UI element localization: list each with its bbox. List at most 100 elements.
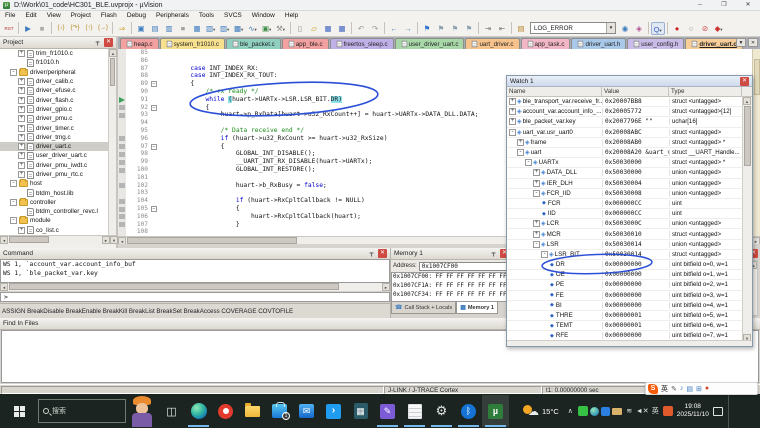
prev-bookmark-icon[interactable]: ⚑ xyxy=(434,22,448,35)
watch-column-headers[interactable]: NameValueType xyxy=(507,87,752,97)
expand-plus-icon[interactable]: + xyxy=(18,106,25,113)
toolbox-icon[interactable]: ⚒▼ xyxy=(274,22,288,35)
tab-list-dropdown-icon[interactable]: ▼ xyxy=(736,38,746,47)
fold-minus-icon[interactable]: − xyxy=(151,81,157,87)
panel-icon[interactable]: ⊞ xyxy=(696,385,702,393)
watch-row[interactable]: -◈uart_var.usr_uart00x20008ABCstruct <un… xyxy=(507,128,743,138)
taskbar-search[interactable]: 搜索 xyxy=(38,399,126,423)
tab-system_fr1010-c[interactable]: system_fr1010.c xyxy=(160,38,225,49)
symbols-window-icon[interactable]: ▥ xyxy=(162,22,176,35)
minimize-button[interactable]: ─ xyxy=(688,0,712,11)
watch-row[interactable]: -◈LSR0x50030014union <untagged> xyxy=(507,240,743,250)
expand-plus-icon[interactable]: + xyxy=(509,98,516,105)
collapse-minus-icon[interactable]: - xyxy=(509,129,516,136)
watch-row[interactable]: +◈DATA_DLL0x50030000union <untagged> xyxy=(507,168,743,178)
ime-mode-indicator[interactable]: 英 xyxy=(661,384,668,394)
tab-app_ble-c[interactable]: app_ble.c xyxy=(282,38,329,49)
watch-window-titlebar[interactable]: Watch 1 ✕ xyxy=(507,76,752,87)
navigate-back-icon[interactable]: ← xyxy=(387,22,401,35)
watch-row[interactable]: +◈LCR0x5003000Cunion <untagged> xyxy=(507,219,743,229)
watch-row[interactable]: ◆DR0x00000000uint bitfield o=0, w=1 xyxy=(507,260,743,270)
project-tree-hscrollbar[interactable]: ◄ ►▼ xyxy=(0,235,118,244)
tab-freertos_sleep-c[interactable]: freertos_sleep.c xyxy=(330,38,394,49)
expand-plus-icon[interactable]: + xyxy=(18,134,25,141)
taskbar-clock[interactable]: 19:08 2025/11/10 xyxy=(677,403,709,419)
command-input[interactable]: > xyxy=(0,292,390,302)
watch-row[interactable]: -◈UARTx0x50030000struct <untagged> * xyxy=(507,158,743,168)
run-icon[interactable]: ▶ xyxy=(21,22,35,35)
project-tree-item[interactable]: +driver_calib.c xyxy=(0,77,109,86)
pin-icon[interactable]: ┳ xyxy=(367,250,376,257)
fold-minus-icon[interactable]: − xyxy=(151,105,157,111)
expand-plus-icon[interactable]: + xyxy=(509,118,516,125)
command-output[interactable]: WS 1, `account_var.account_info_bufWS 1,… xyxy=(0,259,390,283)
keyboard-icon[interactable]: ▤ xyxy=(686,385,693,393)
project-tree-item[interactable]: -host xyxy=(0,179,109,188)
breakpoint-enable-icon[interactable]: ● xyxy=(670,22,684,35)
weather-widget[interactable]: ☁ 15°C xyxy=(523,405,559,418)
expand-plus-icon[interactable]: + xyxy=(533,231,540,238)
memory-window-icon[interactable]: ▨▼ xyxy=(218,22,232,35)
close-icon[interactable]: ✕ xyxy=(104,38,113,47)
paint-app-icon[interactable] xyxy=(212,395,239,427)
zoom-icon[interactable]: Q▼ xyxy=(651,22,665,35)
project-tree-item[interactable]: -module xyxy=(0,216,109,225)
pin-icon[interactable]: ┳ xyxy=(489,250,498,257)
notes-app-icon[interactable] xyxy=(401,395,428,427)
collapse-minus-icon[interactable]: - xyxy=(541,251,548,258)
project-tree-item[interactable]: -controller xyxy=(0,198,109,207)
menu-help[interactable]: Help xyxy=(280,11,303,20)
redo-icon[interactable]: ↷ xyxy=(368,22,382,35)
navigate-forward-icon[interactable]: → xyxy=(401,22,415,35)
ime-tool-icon[interactable]: ● xyxy=(705,385,709,392)
expand-plus-icon[interactable]: + xyxy=(18,152,25,159)
project-tree-item[interactable]: +trim_fr1010.c xyxy=(0,49,109,58)
project-tree-item[interactable]: +driver_uart.c xyxy=(0,142,109,151)
stop-icon[interactable]: ■ xyxy=(35,22,49,35)
show-desktop-button[interactable] xyxy=(728,394,730,428)
tab-ble_packet-c[interactable]: ble_packet.c xyxy=(226,38,281,49)
step-out-icon[interactable]: {↑} xyxy=(82,22,96,35)
tray-expand-icon[interactable]: ∧ xyxy=(565,405,576,417)
orange-app-tray-icon[interactable] xyxy=(663,406,673,416)
watch-hscrollbar[interactable] xyxy=(507,340,752,346)
close-icon[interactable]: ✕ xyxy=(378,249,387,258)
watch-row[interactable]: +◈MCR0x50030010struct <untagged> xyxy=(507,229,743,239)
memory-address-input[interactable]: 0x1007CF00 xyxy=(419,262,511,271)
vscode-icon[interactable]: › xyxy=(320,395,347,427)
menu-tools[interactable]: Tools xyxy=(194,11,219,20)
network-icon[interactable]: ≋ xyxy=(624,405,635,417)
project-tree-item[interactable]: fr1010.h xyxy=(0,58,109,67)
save-all-icon[interactable]: ▦ xyxy=(335,22,349,35)
expand-plus-icon[interactable]: + xyxy=(533,169,540,176)
project-tree-vscrollbar[interactable]: ▲ xyxy=(108,49,116,235)
indent-icon[interactable]: ⇥ xyxy=(481,22,495,35)
collapse-minus-icon[interactable]: - xyxy=(517,149,524,156)
expand-plus-icon[interactable]: + xyxy=(18,162,25,169)
menu-view[interactable]: View xyxy=(42,11,66,20)
watch-column-value[interactable]: Value xyxy=(602,87,669,97)
fold-minus-icon[interactable]: − xyxy=(151,206,157,212)
project-tree-item[interactable]: btdm_host.lib xyxy=(0,188,109,197)
tab-uart_driver-c[interactable]: uart_driver.c xyxy=(465,38,519,49)
watch-row[interactable]: ◆THRE0x00000001uint bitfield o=5, w=1 xyxy=(507,311,743,321)
menu-peripherals[interactable]: Peripherals xyxy=(151,11,194,20)
project-tree-item[interactable]: btdm_controller_revc.l xyxy=(0,207,109,216)
collapse-minus-icon[interactable]: - xyxy=(525,159,532,166)
folder-tray-icon[interactable] xyxy=(612,408,622,415)
tab-driver_uart-c[interactable]: driver_uart.c xyxy=(685,38,743,49)
expand-plus-icon[interactable]: + xyxy=(18,227,25,234)
watch-row[interactable]: ◆FE0x00000000uint bitfield o=3, w=1 xyxy=(507,291,743,301)
project-tree-item[interactable]: +driver_tmg.c xyxy=(0,133,109,142)
pen-app-icon[interactable]: ✎ xyxy=(374,395,401,427)
menu-edit[interactable]: Edit xyxy=(20,11,41,20)
watch-row[interactable]: ◆TEMT0x00000001uint bitfield o=6, w=1 xyxy=(507,321,743,331)
expand-plus-icon[interactable]: + xyxy=(517,139,524,146)
collapse-minus-icon[interactable]: - xyxy=(10,217,17,224)
collapse-minus-icon[interactable]: - xyxy=(533,241,540,248)
tab-call-stack-locals[interactable]: ☎Call Stack + Locals xyxy=(391,302,456,314)
settings-icon[interactable]: ⚙ xyxy=(428,395,455,427)
start-button[interactable] xyxy=(0,394,38,428)
show-next-statement-icon[interactable]: ⇒ xyxy=(115,22,129,35)
editor-vscrollbar[interactable] xyxy=(752,49,760,236)
